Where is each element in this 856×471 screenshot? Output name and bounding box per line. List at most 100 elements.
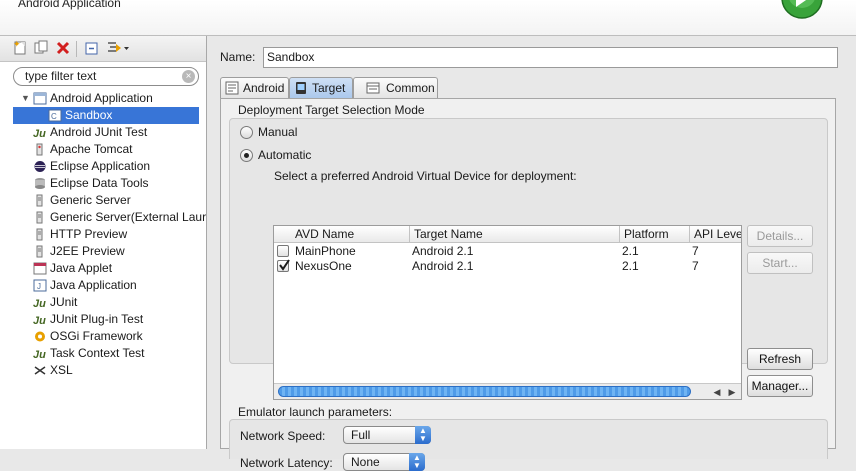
emulator-group: Network Speed: Full ▲ ▼ Network Latency: … (229, 419, 828, 471)
tree-item[interactable]: C Sandbox (13, 107, 199, 124)
api-level-cell: 7 (692, 244, 699, 258)
tree-item-label: J2EE Preview (50, 244, 125, 258)
collapse-all-icon[interactable] (84, 40, 102, 58)
select-arrows-icon: ▲ ▼ (409, 453, 425, 471)
database-icon (33, 177, 47, 190)
tree-item-label: Generic Server(External Laur (50, 210, 206, 224)
tree-item-label: XSL (50, 363, 73, 377)
tree-item[interactable]: XSL (0, 362, 206, 379)
scroll-right-icon[interactable]: ▶ (725, 385, 739, 399)
network-latency-label: Network Latency: (240, 456, 333, 470)
tab-target[interactable]: Target (289, 77, 353, 99)
deployment-group-title: Deployment Target Selection Mode (238, 103, 425, 117)
platform-cell: 2.1 (622, 259, 639, 273)
refresh-button[interactable]: Refresh (747, 348, 813, 370)
tree-item-label: Sandbox (65, 108, 113, 122)
tab-common-label: Common (386, 81, 435, 95)
target-tab-icon (294, 81, 308, 95)
emulator-group-title: Emulator launch parameters: (238, 405, 393, 419)
svg-text:Ju: Ju (33, 349, 46, 360)
tree-item[interactable]: J2EE Preview (0, 243, 206, 260)
tab-common[interactable]: Common (353, 77, 438, 98)
automatic-label: Automatic (258, 148, 312, 162)
junit-icon: Ju (33, 347, 47, 361)
applet-icon (33, 262, 47, 275)
svg-text:Ju: Ju (33, 298, 46, 309)
expand-triangle-icon[interactable]: ▼ (21, 90, 30, 107)
name-field[interactable]: Sandbox (263, 47, 838, 68)
svg-text:J: J (37, 282, 41, 291)
api-level-cell: 7 (692, 259, 699, 273)
tree-item[interactable]: ▼ Android Application (0, 90, 206, 107)
tree-item[interactable]: HTTP Preview (0, 226, 206, 243)
scrollbar-thumb[interactable] (278, 386, 691, 397)
avd-prompt: Select a preferred Android Virtual Devic… (274, 169, 577, 183)
tree-item-label: Task Context Test (50, 346, 145, 360)
start-button[interactable]: Start... (747, 252, 813, 274)
avd-checkbox-checked[interactable] (277, 259, 290, 272)
tomcat-icon (33, 143, 47, 156)
junit-icon: Ju (33, 126, 47, 140)
name-label: Name: (220, 50, 256, 64)
avd-checkbox[interactable] (277, 245, 289, 257)
tree-item[interactable]: Apache Tomcat (0, 141, 206, 158)
platform-cell: 2.1 (622, 244, 639, 258)
tree-item-label: Android JUnit Test (50, 125, 148, 139)
duplicate-icon[interactable] (33, 40, 51, 58)
tree-item-label: JUnit Plug-in Test (50, 312, 144, 326)
tree-item[interactable]: OSGi Framework (0, 328, 206, 345)
avd-name-cell: MainPhone (295, 244, 356, 258)
junit-icon: Ju (33, 313, 47, 327)
avd-table: AVD Name Target Name Platform API Level … (273, 225, 742, 400)
details-button[interactable]: Details... (747, 225, 813, 247)
network-latency-value: None (351, 455, 380, 469)
manual-radio[interactable] (240, 126, 253, 139)
tree-item[interactable]: Ju Android JUnit Test (0, 124, 206, 141)
run-icon (780, 0, 824, 24)
target-tab-content: Deployment Target Selection Mode Manual … (220, 98, 836, 471)
tree-item[interactable]: Eclipse Application (0, 158, 206, 175)
config-toolbar: ✦ (0, 36, 206, 62)
launch-config-panel: ✦ type filter text × ▼ Android Applicatio… (0, 36, 207, 449)
tree-item[interactable]: Ju JUnit (0, 294, 206, 311)
android-tab-icon (225, 81, 239, 95)
new-config-icon[interactable]: ✦ (12, 39, 30, 58)
tree-item[interactable]: Generic Server (0, 192, 206, 209)
tab-android[interactable]: Android (220, 77, 289, 98)
tree-item-label: Eclipse Application (50, 159, 151, 173)
tree-item[interactable]: Eclipse Data Tools (0, 175, 206, 192)
col-avd-name[interactable]: AVD Name (274, 226, 410, 243)
target-name-cell: Android 2.1 (412, 244, 474, 258)
dialog-title: Android Application (18, 0, 121, 10)
filter-input[interactable]: type filter text × (13, 67, 199, 86)
manager-button[interactable]: Manager... (747, 375, 813, 397)
tree-item[interactable]: Java Applet (0, 260, 206, 277)
config-editor: Name: Sandbox Android Target Common Depl… (208, 36, 856, 471)
svg-text:✦: ✦ (13, 40, 21, 49)
col-api-level[interactable]: API Level (690, 226, 741, 243)
tree-item[interactable]: J Java Application (0, 277, 206, 294)
tree-item-label: HTTP Preview (50, 227, 128, 241)
tree-item-label: OSGi Framework (50, 329, 143, 343)
android-app-icon (33, 92, 47, 105)
horizontal-scrollbar[interactable]: ◀ ▶ (274, 383, 741, 399)
scroll-left-icon[interactable]: ◀ (710, 385, 724, 399)
network-speed-select[interactable]: Full ▲ ▼ (343, 426, 431, 444)
tree-item-label: Generic Server (50, 193, 131, 207)
dialog-header: Android Application (0, 0, 856, 36)
clear-filter-icon[interactable]: × (182, 70, 195, 83)
automatic-radio[interactable] (240, 149, 253, 162)
col-target-name[interactable]: Target Name (410, 226, 620, 243)
filter-input-text: type filter text (25, 69, 97, 83)
delete-icon[interactable] (55, 40, 73, 58)
tree-item[interactable]: Generic Server(External Laur (0, 209, 206, 226)
tree-item[interactable]: Ju Task Context Test (0, 345, 206, 362)
tree-item[interactable]: Ju JUnit Plug-in Test (0, 311, 206, 328)
col-platform[interactable]: Platform (620, 226, 690, 243)
filter-icon[interactable] (106, 40, 130, 58)
tab-android-label: Android (243, 81, 285, 95)
network-latency-select[interactable]: None ▲ ▼ (343, 453, 425, 471)
xsl-icon (33, 364, 47, 377)
avd-name-cell: NexusOne (295, 259, 352, 273)
tree-item-label: Java Application (50, 278, 137, 292)
